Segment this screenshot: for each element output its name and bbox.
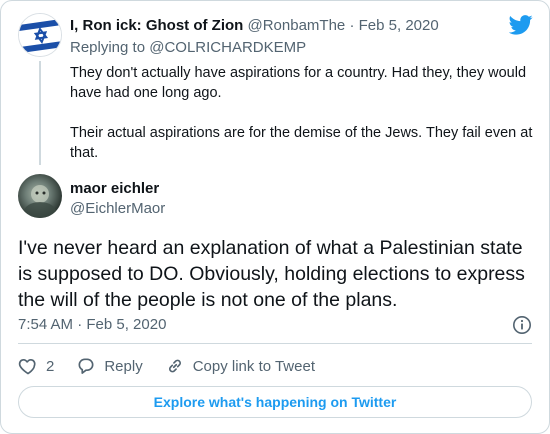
heart-icon xyxy=(18,359,36,375)
header-separator: · xyxy=(349,17,355,34)
explore-twitter-button[interactable]: Explore what's happening on Twitter xyxy=(18,386,532,418)
reply-action[interactable]: Reply xyxy=(76,356,143,376)
parent-paragraph: They don't actually have aspirations for… xyxy=(70,65,527,101)
parent-date[interactable]: Feb 5, 2020 xyxy=(359,17,439,34)
replying-mention-link[interactable]: @COLRICHARDKEMP xyxy=(149,39,306,56)
israeli-flag-avatar-image xyxy=(19,14,61,56)
main-avatar[interactable] xyxy=(18,174,62,218)
reply-bubble-icon xyxy=(78,358,94,374)
replying-prefix: Replying to xyxy=(70,39,146,56)
parent-display-name[interactable]: I, Ron ick: Ghost of Zion xyxy=(70,17,243,34)
replying-to-line: Replying to @COLRICHARDKEMP xyxy=(70,38,306,58)
parent-tweet-text: They don't actually have aspirations for… xyxy=(70,63,538,163)
link-icon xyxy=(168,359,181,373)
parent-avatar[interactable] xyxy=(18,13,62,57)
parent-handle[interactable]: @RonbamThe xyxy=(248,17,346,34)
copy-link-action[interactable]: Copy link to Tweet xyxy=(165,356,315,376)
info-icon[interactable] xyxy=(512,315,532,335)
like-count: 2 xyxy=(46,357,55,375)
embedded-tweet-card: I, Ron ick: Ghost of Zion @RonbamThe · F… xyxy=(0,0,550,434)
action-bar: 2 Reply Copy link to Tweet xyxy=(18,355,337,377)
tweet-timestamp[interactable]: 7:54 AM · Feb 5, 2020 xyxy=(18,315,166,335)
like-action[interactable]: 2 xyxy=(18,356,54,376)
parent-tweet-header: I, Ron ick: Ghost of Zion @RonbamThe · F… xyxy=(70,16,439,36)
thread-connector-line xyxy=(39,61,41,165)
main-tweet-text: I've never heard an explanation of what … xyxy=(18,237,525,311)
main-display-name[interactable]: maor eichler xyxy=(70,179,159,199)
reply-label: Reply xyxy=(104,357,143,375)
main-handle[interactable]: @EichlerMaor xyxy=(70,199,165,219)
divider xyxy=(18,343,532,344)
parent-paragraph: Their actual aspirations are for the dem… xyxy=(70,125,533,161)
profile-photo-image xyxy=(24,185,56,218)
copy-link-label: Copy link to Tweet xyxy=(192,357,315,375)
twitter-bird-icon[interactable] xyxy=(508,15,533,35)
